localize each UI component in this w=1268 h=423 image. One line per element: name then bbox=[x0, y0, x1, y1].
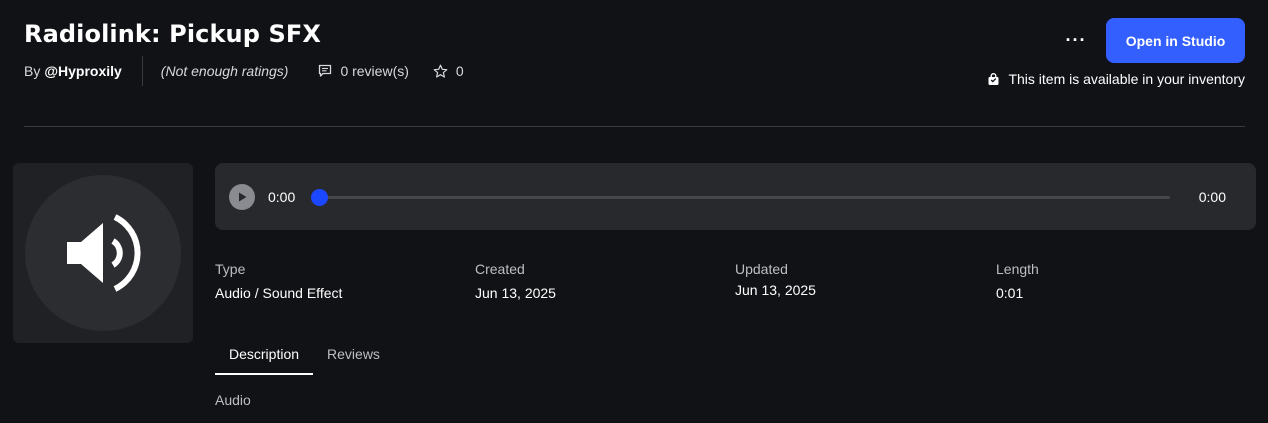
star-icon bbox=[433, 64, 448, 78]
asset-page: Radiolink: Pickup SFX By @Hyproxily (Not… bbox=[0, 0, 1268, 423]
open-in-studio-button[interactable]: Open in Studio bbox=[1106, 18, 1245, 63]
asset-thumbnail bbox=[13, 163, 193, 343]
current-time: 0:00 bbox=[268, 189, 296, 205]
reviews-count[interactable]: 0 review(s) bbox=[318, 63, 409, 79]
detail-label: Created bbox=[475, 261, 525, 277]
ratings-text: (Not enough ratings) bbox=[160, 63, 289, 79]
inventory-text: This item is available in your inventory bbox=[1008, 71, 1245, 87]
play-button[interactable] bbox=[229, 184, 255, 210]
item-meta: By @Hyproxily (Not enough ratings) 0 rev… bbox=[24, 56, 488, 86]
reviews-label: 0 review(s) bbox=[340, 63, 409, 79]
speaker-icon bbox=[67, 214, 141, 292]
total-time: 0:00 bbox=[1198, 189, 1226, 205]
detail-length: Length 0:01 bbox=[996, 261, 1256, 301]
detail-label: Length bbox=[996, 261, 1039, 277]
bag-icon bbox=[988, 72, 999, 85]
header-divider bbox=[24, 126, 1245, 127]
thumbnail-circle bbox=[25, 175, 181, 331]
tab-description[interactable]: Description bbox=[215, 340, 314, 375]
detail-updated: Updated Jun 13, 2025 bbox=[735, 261, 995, 298]
favorite-button[interactable]: 0 bbox=[433, 63, 464, 79]
tab-reviews[interactable]: Reviews bbox=[313, 340, 394, 375]
asset-details: Type Audio / Sound Effect Created Jun 13… bbox=[215, 261, 1256, 311]
detail-label: Updated bbox=[735, 261, 788, 277]
meta-divider bbox=[141, 56, 143, 86]
description-text: Audio bbox=[215, 392, 251, 408]
comment-icon bbox=[319, 64, 332, 77]
detail-type: Type Audio / Sound Effect bbox=[215, 261, 475, 301]
detail-value: Jun 13, 2025 bbox=[475, 285, 556, 301]
inventory-notice: This item is available in your inventory bbox=[987, 71, 1245, 87]
page-title: Radiolink: Pickup SFX bbox=[24, 20, 321, 48]
content-tabs: Description Reviews bbox=[215, 340, 394, 376]
seek-bar[interactable] bbox=[317, 196, 1170, 199]
detail-label: Type bbox=[215, 261, 246, 277]
creator-link[interactable]: @Hyproxily bbox=[44, 63, 121, 79]
detail-value: Audio / Sound Effect bbox=[215, 285, 343, 301]
favorites-count: 0 bbox=[455, 63, 464, 79]
detail-created: Created Jun 13, 2025 bbox=[475, 261, 735, 301]
seek-handle[interactable] bbox=[311, 189, 328, 206]
play-icon bbox=[239, 192, 247, 202]
more-options-button[interactable]: ··· bbox=[1060, 26, 1092, 54]
creator-prefix: By bbox=[24, 63, 41, 79]
detail-value: 0:01 bbox=[996, 285, 1024, 301]
audio-player: 0:00 0:00 bbox=[215, 163, 1256, 230]
detail-value: Jun 13, 2025 bbox=[735, 282, 816, 298]
